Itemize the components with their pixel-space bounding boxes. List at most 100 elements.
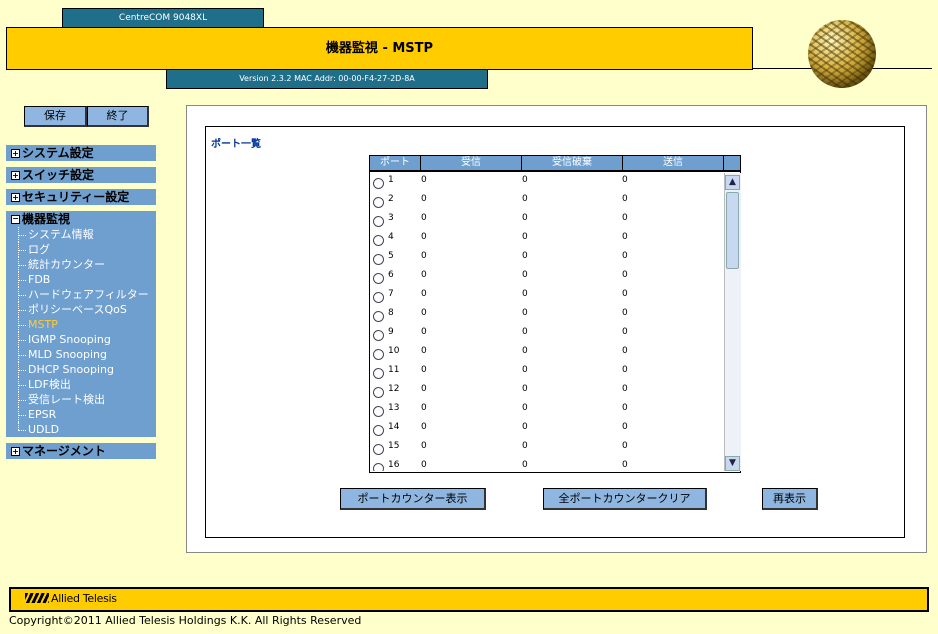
port-radio[interactable] — [373, 216, 384, 227]
refresh-button[interactable]: 再表示 — [762, 488, 818, 510]
port-radio[interactable] — [373, 349, 384, 360]
sidebar-item-label: セキュリティー設定 — [22, 190, 130, 204]
globe-logo-icon — [808, 20, 876, 88]
port-radio[interactable] — [373, 273, 384, 284]
footer-logo-text: Allied Telesis — [51, 592, 117, 605]
table-row[interactable]: 3 0 0 0 — [370, 211, 724, 230]
table-scrollbar[interactable]: ▲ ▼ — [724, 173, 741, 471]
cell-tx: 0 — [622, 175, 628, 185]
port-radio[interactable] — [373, 463, 384, 471]
sidebar-subitem[interactable]: MSTP — [6, 317, 156, 332]
exit-button[interactable]: 終了 — [87, 106, 149, 127]
sidebar-item-management[interactable]: + マネージメント — [6, 443, 156, 459]
cell-rx-discard: 0 — [522, 460, 528, 470]
table-row[interactable]: 4 0 0 0 — [370, 230, 724, 249]
sidebar-subitem[interactable]: FDB — [6, 272, 156, 287]
cell-port: 7 — [388, 289, 394, 299]
port-counter-button[interactable]: ポートカウンター表示 — [340, 488, 486, 510]
sidebar-item-label: 機器監視 — [22, 212, 71, 226]
sidebar-subitem[interactable]: DHCP Snooping — [6, 362, 156, 377]
port-radio[interactable] — [373, 444, 384, 455]
table-row[interactable]: 10 0 0 0 — [370, 344, 724, 363]
cell-port: 3 — [388, 213, 394, 223]
sidebar-subitem[interactable]: 統計カウンター — [6, 257, 156, 272]
table-row[interactable]: 14 0 0 0 — [370, 420, 724, 439]
cell-port: 2 — [388, 194, 394, 204]
column-header-port: ポート — [370, 156, 421, 170]
copyright-text: Copyright©2011 Allied Telesis Holdings K… — [9, 614, 362, 627]
cell-rx-discard: 0 — [522, 270, 528, 280]
sidebar-subitem[interactable]: システム情報 — [6, 227, 156, 242]
cell-rx-discard: 0 — [522, 403, 528, 413]
cell-rx-discard: 0 — [522, 289, 528, 299]
cell-tx: 0 — [622, 213, 628, 223]
sidebar-item-switch[interactable]: + スイッチ設定 — [6, 167, 156, 183]
table-row[interactable]: 7 0 0 0 — [370, 287, 724, 306]
cell-tx: 0 — [622, 251, 628, 261]
clear-all-counters-button[interactable]: 全ポートカウンタークリア — [543, 488, 707, 510]
sidebar-subitem[interactable]: UDLD — [6, 422, 156, 437]
sidebar-item-monitor[interactable]: − 機器監視 — [6, 211, 156, 227]
sidebar-item-security[interactable]: + セキュリティー設定 — [6, 189, 156, 205]
save-button[interactable]: 保存 — [24, 106, 87, 127]
port-radio[interactable] — [373, 197, 384, 208]
table-row[interactable]: 8 0 0 0 — [370, 306, 724, 325]
port-radio[interactable] — [373, 292, 384, 303]
table-row[interactable]: 9 0 0 0 — [370, 325, 724, 344]
cell-rx: 0 — [421, 460, 427, 470]
sidebar-subitem[interactable]: MLD Snooping — [6, 347, 156, 362]
cell-port: 9 — [388, 327, 394, 337]
cell-port: 16 — [388, 460, 400, 470]
cell-tx: 0 — [622, 270, 628, 280]
cell-port: 6 — [388, 270, 394, 280]
cell-rx-discard: 0 — [522, 232, 528, 242]
table-row[interactable]: 15 0 0 0 — [370, 439, 724, 458]
cell-rx: 0 — [421, 213, 427, 223]
port-radio[interactable] — [373, 311, 384, 322]
expand-icon: + — [11, 171, 20, 180]
cell-rx: 0 — [421, 365, 427, 375]
scroll-up-icon[interactable]: ▲ — [725, 175, 740, 190]
sidebar-section-monitor: − 機器監視 システム情報 ログ 統計カウンター FDB ハードウェアフィルター ポリシーベ… — [6, 211, 156, 437]
port-radio[interactable] — [373, 406, 384, 417]
table-row[interactable]: 1 0 0 0 — [370, 173, 724, 192]
port-radio[interactable] — [373, 330, 384, 341]
scroll-thumb[interactable] — [726, 192, 739, 269]
port-radio[interactable] — [373, 254, 384, 265]
table-row[interactable]: 12 0 0 0 — [370, 382, 724, 401]
sidebar-subitem[interactable]: ログ — [6, 242, 156, 257]
cell-port: 14 — [388, 422, 400, 432]
cell-rx: 0 — [421, 384, 427, 394]
cell-tx: 0 — [622, 327, 628, 337]
port-radio[interactable] — [373, 425, 384, 436]
port-radio[interactable] — [373, 178, 384, 189]
cell-rx: 0 — [421, 403, 427, 413]
port-radio[interactable] — [373, 235, 384, 246]
table-row[interactable]: 5 0 0 0 — [370, 249, 724, 268]
table-row[interactable]: 6 0 0 0 — [370, 268, 724, 287]
table-row[interactable]: 2000 — [370, 192, 724, 211]
table-row[interactable]: 13 0 0 0 — [370, 401, 724, 420]
cell-rx: 0 — [421, 289, 427, 299]
sidebar-subitem[interactable]: 受信レート検出 — [6, 392, 156, 407]
table-row[interactable]: 16 0 0 0 — [370, 458, 724, 471]
sidebar-item-system[interactable]: + システム設定 — [6, 145, 156, 161]
expand-icon: + — [11, 447, 20, 456]
sidebar-subitem[interactable]: EPSR — [6, 407, 156, 422]
cell-rx-discard: 0 — [522, 441, 528, 451]
cell-tx: 0 — [622, 441, 628, 451]
cell-rx: 0 — [421, 422, 427, 432]
cell-port: 8 — [388, 308, 394, 318]
sidebar-subitem[interactable]: IGMP Snooping — [6, 332, 156, 347]
scroll-down-icon[interactable]: ▼ — [725, 456, 740, 471]
table-header: ポート 受信 受信破棄 送信 — [370, 156, 740, 172]
sidebar-subitem[interactable]: ハードウェアフィルター — [6, 287, 156, 302]
port-radio[interactable] — [373, 368, 384, 379]
sidebar-subitem[interactable]: ポリシーベースQoS — [6, 302, 156, 317]
port-radio[interactable] — [373, 387, 384, 398]
cell-port: 15 — [388, 441, 400, 451]
table-row[interactable]: 11 0 0 0 — [370, 363, 724, 382]
cell-rx-discard: 0 — [522, 213, 528, 223]
sidebar-subitem[interactable]: LDF検出 — [6, 377, 156, 392]
column-header-rx-discard: 受信破棄 — [522, 156, 623, 170]
